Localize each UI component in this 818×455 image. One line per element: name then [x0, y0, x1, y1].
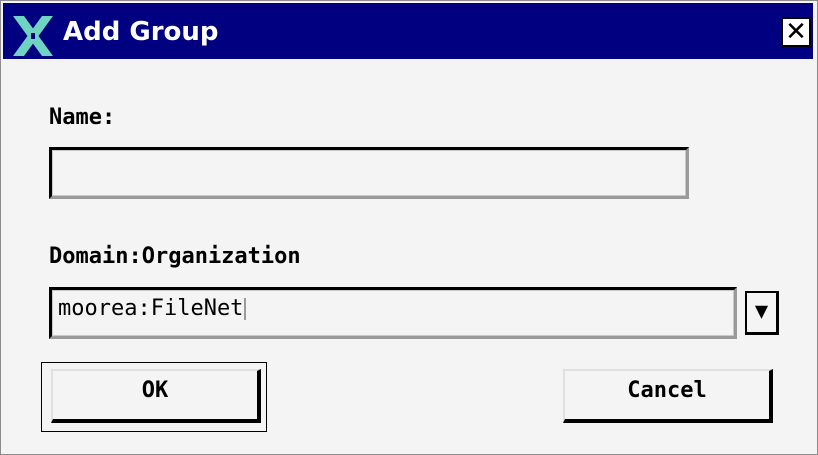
- dialog-title: Add Group: [63, 17, 219, 47]
- text-cursor: [244, 298, 247, 320]
- domain-value-text: moorea:FileNet: [58, 296, 244, 321]
- cancel-button-label: Cancel: [627, 378, 707, 403]
- domain-dropdown-button[interactable]: ▼: [745, 291, 779, 335]
- titlebar: Add Group ✕: [3, 3, 813, 59]
- name-input-inner: [52, 150, 686, 196]
- domain-organization-label: Domain:Organization: [49, 244, 301, 269]
- ok-button-label: OK: [141, 378, 169, 403]
- name-input[interactable]: [49, 147, 689, 199]
- domain-organization-value: moorea:FileNet: [58, 296, 247, 322]
- name-label: Name:: [49, 105, 116, 130]
- domain-organization-field[interactable]: moorea:FileNet: [49, 287, 737, 339]
- cancel-button[interactable]: Cancel: [563, 369, 773, 423]
- close-icon: ✕: [785, 17, 807, 47]
- add-group-dialog: Add Group ✕ Name: Domain:Organization mo…: [0, 0, 818, 455]
- ok-button[interactable]: OK: [51, 369, 261, 423]
- chevron-down-icon: ▼: [754, 299, 769, 324]
- x-window-system-icon: [13, 16, 53, 56]
- close-button[interactable]: ✕: [781, 17, 811, 47]
